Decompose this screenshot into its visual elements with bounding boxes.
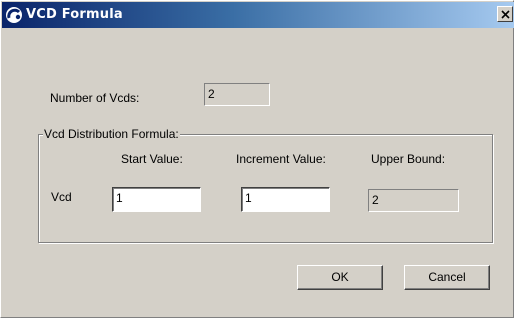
close-button[interactable] [497,6,513,22]
close-icon [501,10,510,19]
start-value-input[interactable]: 1 [112,187,201,212]
window-title: VCD Formula [26,7,123,22]
increment-value-input[interactable]: 1 [241,187,330,212]
ok-button[interactable]: OK [297,265,383,290]
increment-value-header: Increment Value: [236,152,326,166]
vcd-row-label: Vcd [51,190,72,204]
start-value-header: Start Value: [121,152,183,166]
vcd-formula-dialog: VCD Formula Number of Vcds: 2 Vcd Distri… [0,0,514,318]
cancel-button[interactable]: Cancel [404,265,490,290]
group-legend: Vcd Distribution Formula: [43,127,180,141]
upper-bound-field: 2 [368,189,459,212]
upper-bound-header: Upper Bound: [371,152,446,166]
title-bar[interactable]: VCD Formula [2,2,514,28]
number-of-vcds-field: 2 [204,83,270,106]
number-of-vcds-label: Number of Vcds: [50,91,140,105]
app-logo-icon [5,6,23,24]
